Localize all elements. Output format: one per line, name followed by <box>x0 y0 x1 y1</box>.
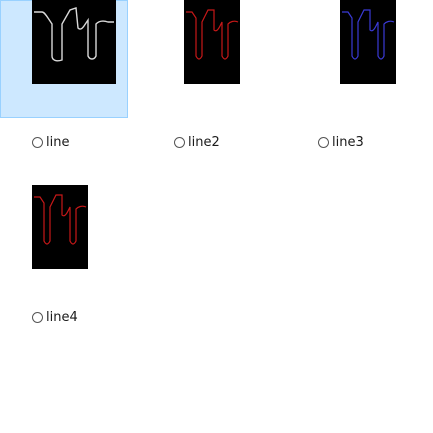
waveform-icon <box>342 9 395 60</box>
radio-icon[interactable] <box>318 136 329 148</box>
label-text: line2 <box>188 134 220 150</box>
radio-icon[interactable] <box>174 136 185 148</box>
item-label-line2[interactable]: line2 <box>174 133 220 151</box>
item-label-line[interactable]: line <box>32 133 69 151</box>
thumbnail-line3[interactable] <box>340 0 396 84</box>
waveform-icon <box>34 194 87 245</box>
waveform-curve <box>34 7 114 62</box>
radio-icon[interactable] <box>32 311 43 323</box>
waveform-curve <box>186 9 239 60</box>
thumbnail-line[interactable] <box>32 0 116 84</box>
thumbnail-line2[interactable] <box>184 0 240 84</box>
radio-icon[interactable] <box>32 136 43 148</box>
gallery-item-line4[interactable]: line4 <box>0 185 160 355</box>
waveform-icon <box>34 7 114 62</box>
gallery-item-line3[interactable]: line3 <box>288 0 433 170</box>
thumbnail-line4[interactable] <box>32 185 88 269</box>
label-text: line <box>46 134 70 150</box>
label-text: line4 <box>46 309 78 325</box>
item-label-line4[interactable]: line4 <box>32 308 78 326</box>
gallery-item-line[interactable]: line <box>0 0 160 170</box>
waveform-icon <box>186 9 239 60</box>
item-label-line3[interactable]: line3 <box>318 133 364 151</box>
waveform-curve <box>342 9 395 60</box>
waveform-curve <box>34 194 87 245</box>
gallery-item-line2[interactable]: line2 <box>144 0 288 170</box>
label-text: line3 <box>332 134 364 150</box>
